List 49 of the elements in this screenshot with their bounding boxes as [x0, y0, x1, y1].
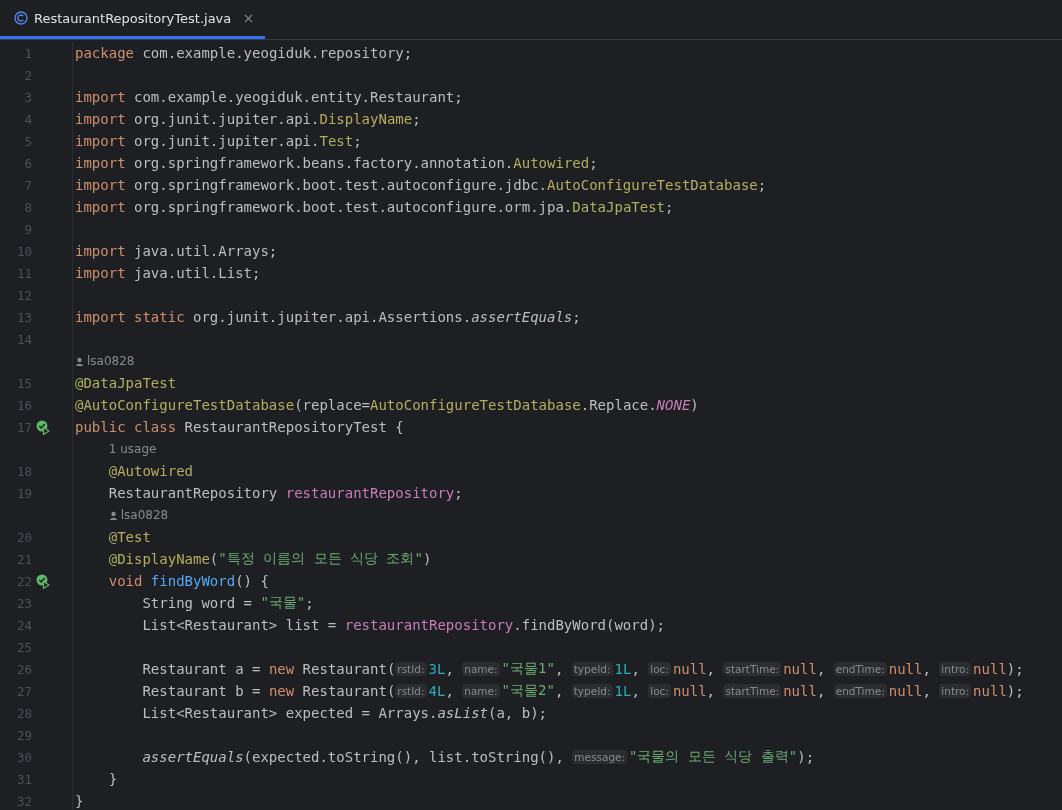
parameter-hint: name: [462, 684, 500, 698]
code-line: import org.springframework.beans.factory.annotation.Autowired; [75, 155, 598, 171]
parameter-hint: message: [572, 750, 628, 764]
code-line: public class RestaurantRepositoryTest { [75, 419, 404, 435]
parameter-hint: startTime: [723, 662, 782, 676]
code-line: @Autowired [107, 463, 193, 479]
parameter-hint: loc: [648, 684, 671, 698]
code-line: void findByWord() { [107, 573, 269, 589]
code-line: import com.example.yeogiduk.entity.Restaurant; [75, 89, 463, 105]
editor-tab[interactable]: RestaurantRepositoryTest.java [0, 0, 266, 39]
code-line: package com.example.yeogiduk.repository; [75, 45, 413, 61]
code-line: @DataJpaTest [75, 375, 177, 391]
parameter-hint: rstId: [395, 662, 427, 676]
author-hint[interactable]: lsa0828 [120, 508, 169, 522]
parameter-hint: rstId: [395, 684, 427, 698]
parameter-hint: loc: [648, 662, 671, 676]
parameter-hint: name: [462, 662, 500, 676]
code-line: List<Restaurant> expected = Arrays.asList(a, b); [141, 705, 548, 721]
parameter-hint: typeId: [571, 662, 613, 676]
code-line: Restaurant b = new Restaurant(rstId: 4L, name: "국물2", typeId: 1L, loc: null, startTime: null, endTime: null, intro: null); [141, 682, 1024, 700]
code-line: } [107, 771, 118, 787]
code-line: @DisplayName("특정 이름의 모든 식당 조회") [107, 550, 432, 568]
parameter-hint: intro: [939, 662, 972, 676]
code-line: Restaurant a = new Restaurant(rstId: 3L, name: "국물1", typeId: 1L, loc: null, startTime: null, endTime: null, intro: null); [141, 660, 1024, 678]
code-line: } [75, 793, 84, 809]
code-line: import org.junit.jupiter.api.Test; [75, 133, 362, 149]
parameter-hint: typeId: [571, 684, 613, 698]
code-line: String word = "국물"; [141, 594, 314, 612]
person-icon [75, 356, 84, 366]
code-line: RestaurantRepository restaurantRepository; [107, 485, 463, 501]
parameter-hint: endTime: [833, 662, 887, 676]
parameter-hint: endTime: [833, 684, 887, 698]
code-line: import org.springframework.boot.test.autoconfigure.orm.jpa.DataJpaTest; [75, 199, 674, 215]
code-line: @Test [107, 529, 151, 545]
code-line: import java.util.Arrays; [75, 243, 278, 259]
person-icon [108, 510, 118, 520]
code-line: assertEquals(expected.toString(), list.toString(), message: "국물의 모든 식당 출력"); [141, 748, 815, 766]
class-icon [14, 11, 28, 25]
code-line: List<Restaurant> list = restaurantRepository.findByWord(word); [141, 617, 665, 633]
usage-hint[interactable]: 1 usage [108, 442, 157, 456]
parameter-hint: startTime: [723, 684, 782, 698]
code-line: import java.util.List; [75, 265, 261, 281]
code-line: @AutoConfigureTestDatabase(replace=AutoConfigureTestDatabase.Replace.NONE) [75, 397, 699, 413]
code-line: import static org.junit.jupiter.api.Assertions.assertEquals; [75, 309, 581, 325]
close-icon[interactable] [244, 13, 254, 23]
code-line: import org.junit.jupiter.api.DisplayName; [75, 111, 421, 127]
author-hint[interactable]: lsa0828 [87, 354, 135, 368]
parameter-hint: intro: [939, 684, 972, 698]
code-line: import org.springframework.boot.test.autoconfigure.jdbc.AutoConfigureTestDatabase; [75, 177, 767, 193]
